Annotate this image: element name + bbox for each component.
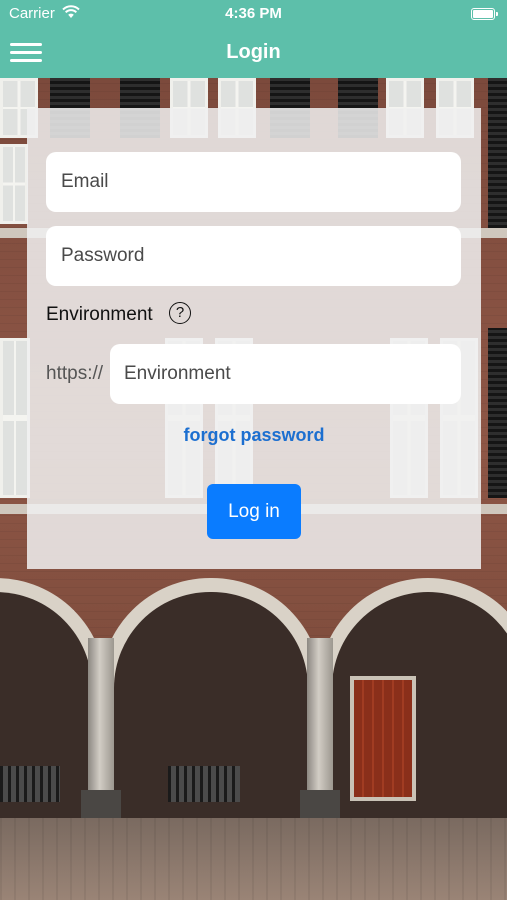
forgot-password-link[interactable]: forgot password <box>27 425 481 446</box>
navigation-bar: Login <box>0 28 507 78</box>
environment-field[interactable] <box>110 344 461 404</box>
login-button[interactable]: Log in <box>207 484 301 539</box>
environment-label: Environment <box>46 304 153 325</box>
url-prefix-label: https:// <box>46 363 104 384</box>
clock-time: 4:36 PM <box>225 5 282 22</box>
page-title: Login <box>226 41 281 63</box>
email-field[interactable] <box>46 152 461 212</box>
help-circle-icon[interactable]: ? <box>169 302 191 324</box>
battery-icon <box>471 8 498 20</box>
password-field[interactable] <box>46 226 461 286</box>
login-panel: Environment ? https:// forgot password L… <box>27 108 481 569</box>
status-bar: Carrier 4:36 PM <box>0 0 507 28</box>
